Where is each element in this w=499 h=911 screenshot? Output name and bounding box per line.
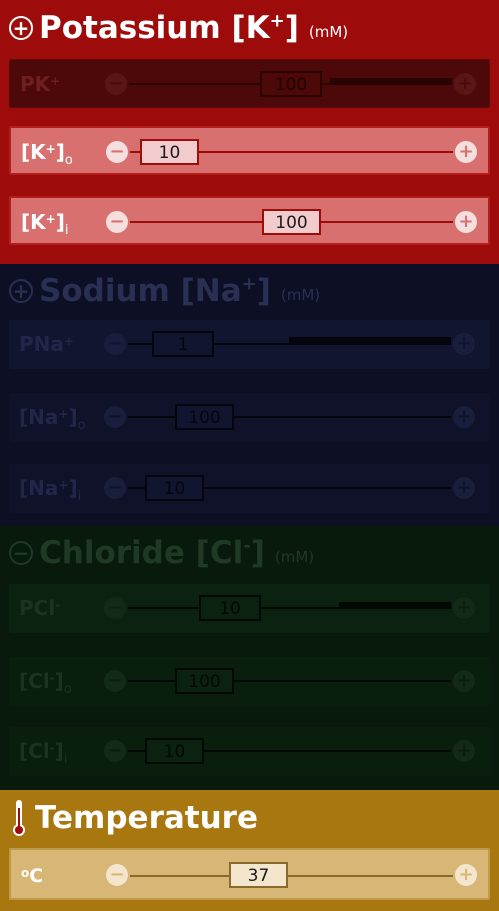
pcl-value[interactable]: 10 [199, 595, 261, 621]
temperature-slider-track[interactable] [130, 875, 453, 877]
na-in-value[interactable]: 10 [145, 475, 204, 501]
cl-in-label: [Cl-]i [19, 739, 68, 767]
pk-increase-button[interactable]: + [454, 73, 476, 95]
temperature-decrease-button[interactable]: − [106, 864, 128, 886]
k-out-value[interactable]: 10 [140, 139, 199, 165]
potassium-title: Potassium [K+] [39, 9, 299, 46]
sodium-unit: (mM) [280, 286, 321, 304]
na-in-decrease-button[interactable]: − [104, 477, 126, 499]
chloride-unit: (mM) [274, 548, 315, 566]
temperature-value[interactable]: 37 [229, 862, 288, 888]
pcl-label: PCl- [19, 596, 61, 620]
na-in-row: [Na+]i − 10 + [9, 464, 490, 513]
plus-circle-icon[interactable]: + [9, 279, 33, 303]
pk-value[interactable]: 100 [260, 71, 322, 97]
cl-out-value[interactable]: 100 [175, 668, 234, 694]
potassium-unit: (mM) [308, 22, 349, 41]
sodium-panel: + Sodium [Na+] (mM) PNa+ − 1 + [Na+]o − … [0, 264, 499, 526]
potassium-panel: + Potassium [K+] (mM) PK+ − 100 + [K+]o … [0, 0, 499, 264]
k-in-row: [K+]i − 100 + [9, 196, 490, 245]
na-in-label: [Na+]i [19, 476, 82, 504]
pcl-decrease-button[interactable]: − [104, 597, 126, 619]
k-in-increase-button[interactable]: + [455, 211, 477, 233]
na-out-increase-button[interactable]: + [453, 406, 475, 428]
na-out-label: [Na+]o [19, 405, 86, 433]
k-out-label: [K+]o [21, 140, 73, 168]
pk-label: PK+ [20, 72, 61, 96]
chloride-title: Chloride [Cl-] [39, 535, 265, 571]
pcl-slider-fill [339, 602, 451, 608]
pna-label: PNa+ [19, 332, 74, 356]
pna-decrease-button[interactable]: − [104, 333, 126, 355]
cl-in-row: [Cl-]i − 10 + [9, 727, 490, 776]
cl-out-decrease-button[interactable]: − [104, 670, 126, 692]
cl-in-value[interactable]: 10 [145, 738, 204, 764]
temperature-title: Temperature [35, 800, 258, 836]
pk-slider-fill [330, 78, 452, 84]
temperature-label: oC [21, 865, 44, 887]
pna-increase-button[interactable]: + [453, 333, 475, 355]
na-in-increase-button[interactable]: + [453, 477, 475, 499]
na-out-row: [Na+]o − 100 + [9, 393, 490, 442]
minus-circle-icon[interactable]: − [9, 541, 33, 565]
cl-in-increase-button[interactable]: + [453, 740, 475, 762]
k-in-value[interactable]: 100 [262, 209, 321, 235]
na-out-value[interactable]: 100 [175, 404, 234, 430]
k-in-decrease-button[interactable]: − [106, 211, 128, 233]
chloride-panel: − Chloride [Cl-] (mM) PCl- − 10 + [Cl-]o… [0, 526, 499, 790]
sodium-title: Sodium [Na+] [39, 273, 271, 309]
cl-in-decrease-button[interactable]: − [104, 740, 126, 762]
temperature-panel: Temperature oC − 37 + [0, 790, 499, 911]
pna-slider-fill [289, 337, 451, 344]
temperature-header: Temperature [0, 794, 499, 842]
pna-row: PNa+ − 1 + [9, 320, 490, 369]
temperature-row: oC − 37 + [9, 848, 490, 900]
sodium-header: + Sodium [Na+] (mM) [0, 270, 499, 312]
k-in-label: [K+]i [21, 210, 69, 238]
pcl-row: PCl- − 10 + [9, 584, 490, 633]
thermometer-icon [11, 798, 27, 838]
pcl-increase-button[interactable]: + [453, 597, 475, 619]
cl-out-row: [Cl-]o − 100 + [9, 657, 490, 706]
k-out-increase-button[interactable]: + [455, 141, 477, 163]
k-out-row: [K+]o − 10 + [9, 126, 490, 175]
potassium-header: + Potassium [K+] (mM) [0, 0, 499, 55]
pk-row: PK+ − 100 + [9, 59, 490, 108]
chloride-header: − Chloride [Cl-] (mM) [0, 532, 499, 574]
cl-out-label: [Cl-]o [19, 669, 72, 697]
cl-out-increase-button[interactable]: + [453, 670, 475, 692]
plus-circle-icon[interactable]: + [9, 15, 33, 40]
k-out-decrease-button[interactable]: − [106, 141, 128, 163]
na-out-decrease-button[interactable]: − [104, 406, 126, 428]
temperature-increase-button[interactable]: + [455, 864, 477, 886]
pk-decrease-button[interactable]: − [105, 73, 127, 95]
pna-value[interactable]: 1 [152, 331, 214, 357]
